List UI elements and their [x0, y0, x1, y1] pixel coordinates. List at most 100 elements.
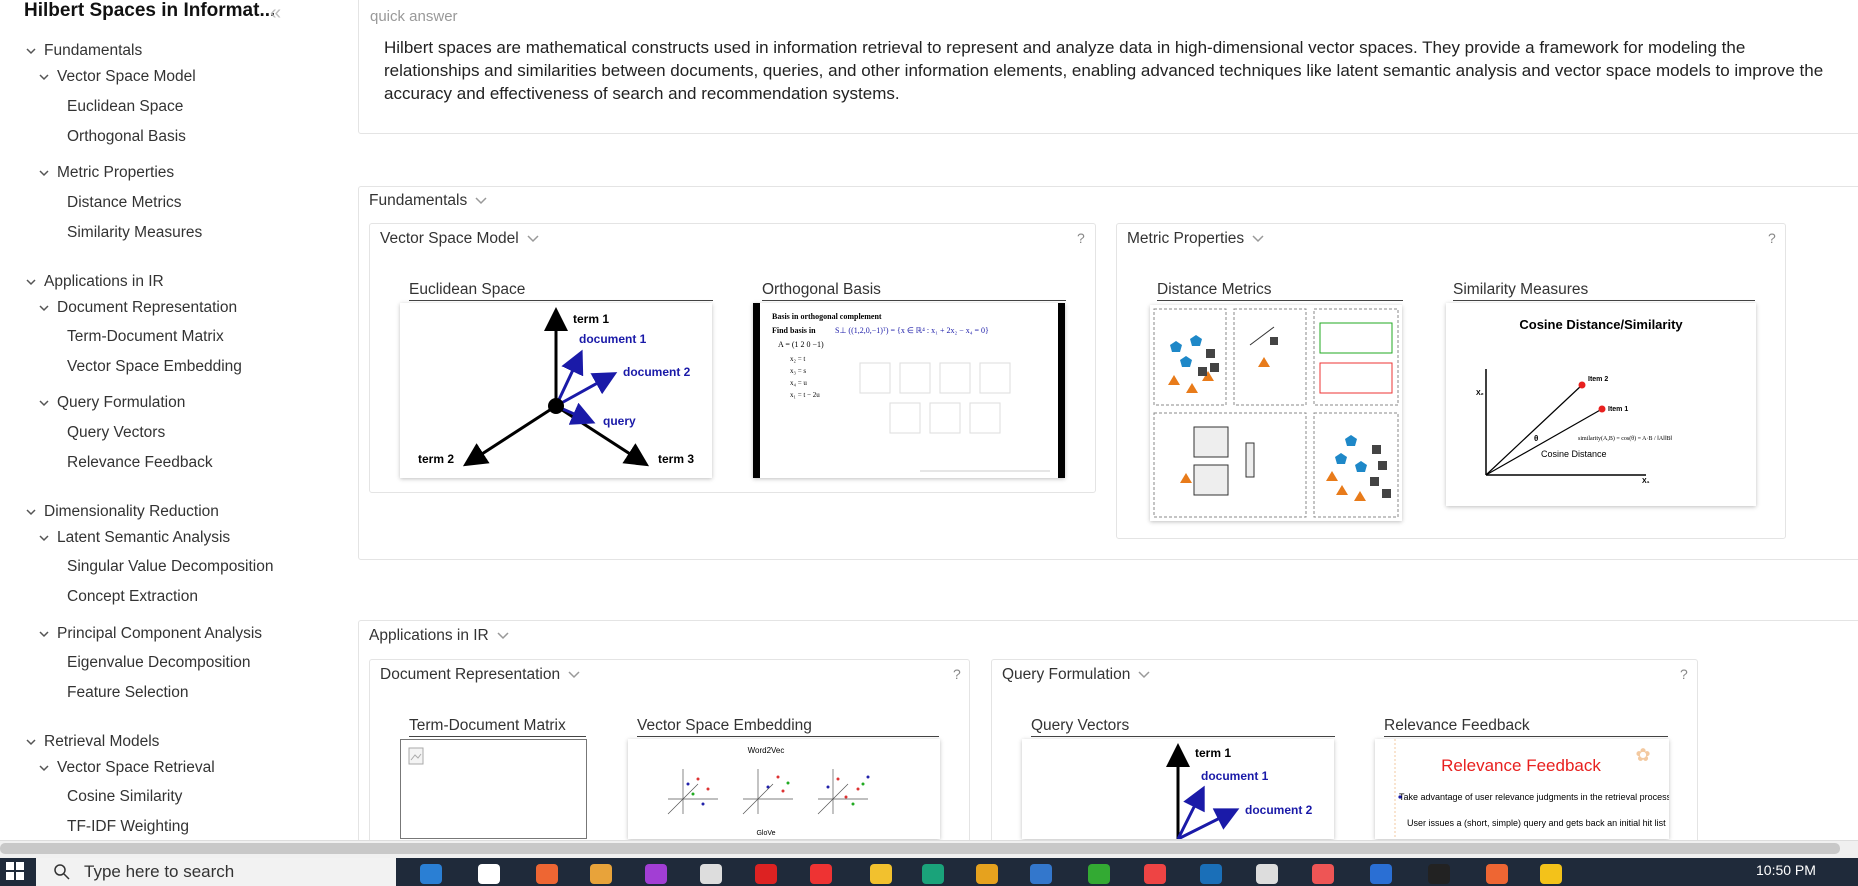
sidebar-item[interactable]: Metric Properties	[39, 164, 174, 182]
chevron-down-icon[interactable]	[39, 763, 49, 773]
chevron-down-icon[interactable]	[26, 737, 36, 747]
vector-label: document 2	[1245, 803, 1313, 817]
sidebar-item[interactable]: Latent Semantic Analysis	[39, 529, 230, 547]
taskbar-app-icon[interactable]	[645, 864, 667, 884]
taskbar-app-icon[interactable]	[1144, 864, 1166, 884]
sidebar-item[interactable]: Dimensionality Reduction	[26, 503, 219, 521]
taskbar-app-icon[interactable]	[1428, 864, 1450, 884]
taskbar-app-icon[interactable]	[1312, 864, 1334, 884]
taskbar-app-icon[interactable]	[1540, 864, 1562, 884]
panel-label: Document Representation	[380, 666, 561, 683]
fundamentals-section-header[interactable]: Fundamentals	[369, 192, 487, 210]
cosine-diagram: Cosine Distance/Similarity Item 2 Item 1…	[1476, 317, 1683, 485]
chevron-down-icon[interactable]	[39, 168, 49, 178]
taskbar-app-icon[interactable]	[536, 864, 558, 884]
taskbar-app-icon[interactable]	[1370, 864, 1392, 884]
card-title-euclidean-space[interactable]: Euclidean Space	[409, 281, 713, 301]
sidebar-item[interactable]: Cosine Similarity	[67, 788, 182, 806]
sidebar-item[interactable]: Fundamentals	[26, 42, 142, 60]
sidebar-item[interactable]: TF-IDF Weighting	[67, 818, 189, 836]
sidebar-item[interactable]: Vector Space Model	[39, 68, 196, 86]
sidebar-item[interactable]: Singular Value Decomposition	[67, 558, 274, 576]
card-title-relevance-feedback[interactable]: Relevance Feedback	[1384, 717, 1668, 737]
metric-properties-header[interactable]: Metric Properties	[1127, 230, 1264, 248]
applications-section-header[interactable]: Applications in IR	[369, 627, 509, 645]
taskbar-app-icon[interactable]	[922, 864, 944, 884]
sidebar-item[interactable]: Document Representation	[39, 299, 237, 317]
taskbar-app-icon[interactable]	[1088, 864, 1110, 884]
chevron-down-icon[interactable]	[39, 303, 49, 313]
taskbar-app-icon[interactable]	[700, 864, 722, 884]
sidebar-item[interactable]: Vector Space Retrieval	[39, 759, 215, 777]
card-title-term-document-matrix[interactable]: Term-Document Matrix	[409, 717, 586, 737]
chevron-down-icon[interactable]	[26, 277, 36, 287]
chevron-down-icon[interactable]	[26, 46, 36, 56]
document-representation-header[interactable]: Document Representation	[380, 666, 580, 684]
plot-title: Word2Vec	[748, 746, 785, 755]
taskbar-app-icon[interactable]	[590, 864, 612, 884]
taskbar-app-icon[interactable]	[1256, 864, 1278, 884]
sidebar-item[interactable]: Similarity Measures	[67, 224, 202, 242]
sidebar-item[interactable]: Concept Extraction	[67, 588, 198, 606]
vector-space-model-header[interactable]: Vector Space Model	[380, 230, 539, 248]
card-title-similarity-measures[interactable]: Similarity Measures	[1453, 281, 1755, 301]
sidebar-item-label: Cosine Similarity	[67, 788, 183, 805]
scrollbar-thumb[interactable]	[0, 843, 1840, 854]
chevron-down-icon[interactable]	[26, 507, 36, 517]
sidebar-item[interactable]: Feature Selection	[67, 684, 189, 702]
sidebar-item[interactable]: Euclidean Space	[67, 98, 183, 116]
taskbar-search-input[interactable]: Type here to search	[36, 858, 396, 886]
taskbar-app-icon[interactable]	[478, 864, 500, 884]
sidebar-item[interactable]: Applications in IR	[26, 273, 164, 291]
vector-space-embedding-thumbnail[interactable]: Word2Vec GloVe	[628, 739, 940, 839]
sidebar: Hilbert Spaces in Informat... « Fundamen…	[0, 0, 350, 840]
taskbar-app-icon[interactable]	[755, 864, 777, 884]
clock[interactable]: 10:50 PM	[1756, 862, 1816, 878]
similarity-measures-thumbnail[interactable]: Cosine Distance/Similarity Item 2 Item 1…	[1446, 303, 1756, 506]
sidebar-item[interactable]: Distance Metrics	[67, 194, 182, 212]
chevron-down-icon[interactable]	[39, 72, 49, 82]
card-title-vector-space-embedding[interactable]: Vector Space Embedding	[637, 717, 939, 737]
sidebar-item[interactable]: Query Vectors	[67, 424, 165, 442]
sidebar-item[interactable]: Eigenvalue Decomposition	[67, 654, 251, 672]
query-formulation-header[interactable]: Query Formulation	[1002, 666, 1150, 684]
taskbar-app-icon[interactable]	[870, 864, 892, 884]
theta-label: θ	[1534, 434, 1538, 443]
sidebar-item[interactable]: Principal Component Analysis	[39, 625, 262, 643]
taskbar-app-icon[interactable]	[420, 864, 442, 884]
sidebar-item[interactable]: Retrieval Models	[26, 733, 159, 751]
cosine-formula: similarity(A,B) = cos(θ) = A·B / ‖A‖‖B‖	[1578, 435, 1673, 442]
query-vectors-thumbnail[interactable]: term 1 document 1 document 2	[1022, 739, 1334, 839]
sidebar-item[interactable]: Term-Document Matrix	[67, 328, 224, 346]
card-title-orthogonal-basis[interactable]: Orthogonal Basis	[762, 281, 1066, 301]
help-icon[interactable]: ?	[1680, 666, 1688, 682]
chevron-down-icon[interactable]	[39, 533, 49, 543]
search-icon	[54, 864, 70, 880]
help-icon[interactable]: ?	[1768, 230, 1776, 246]
taskbar-app-icon[interactable]	[1030, 864, 1052, 884]
sidebar-item[interactable]: Relevance Feedback	[67, 454, 213, 472]
help-icon[interactable]: ?	[1077, 230, 1085, 246]
help-icon[interactable]: ?	[953, 666, 961, 682]
sidebar-item[interactable]: Query Formulation	[39, 394, 185, 412]
card-title-distance-metrics[interactable]: Distance Metrics	[1157, 281, 1403, 301]
sidebar-item[interactable]: Vector Space Embedding	[67, 358, 242, 376]
card-title-query-vectors[interactable]: Query Vectors	[1031, 717, 1335, 737]
term-document-matrix-thumbnail[interactable]	[400, 739, 587, 839]
windows-start-icon[interactable]	[6, 862, 24, 880]
relevance-feedback-thumbnail[interactable]: Relevance Feedback Take advantage of use…	[1375, 739, 1669, 839]
taskbar-app-icon[interactable]	[1486, 864, 1508, 884]
sidebar-item[interactable]: Orthogonal Basis	[67, 128, 186, 146]
euclidean-space-thumbnail[interactable]: term 1 term 2 term 3 document 1 document…	[400, 303, 712, 478]
orthogonal-basis-thumbnail[interactable]: Basis in orthogonal complement Find basi…	[753, 303, 1065, 478]
chevron-down-icon[interactable]	[39, 629, 49, 639]
sidebar-item-label: Similarity Measures	[67, 224, 203, 241]
taskbar-app-icon[interactable]	[1200, 864, 1222, 884]
embedding-plots: Word2Vec GloVe	[667, 746, 870, 837]
chevron-down-icon[interactable]	[39, 398, 49, 408]
taskbar-app-icon[interactable]	[976, 864, 998, 884]
distance-metrics-thumbnail[interactable]	[1150, 305, 1402, 521]
taskbar-app-icon[interactable]	[810, 864, 832, 884]
collapse-sidebar-icon[interactable]: «	[270, 2, 281, 25]
sidebar-item-label: Dimensionality Reduction	[44, 503, 219, 520]
